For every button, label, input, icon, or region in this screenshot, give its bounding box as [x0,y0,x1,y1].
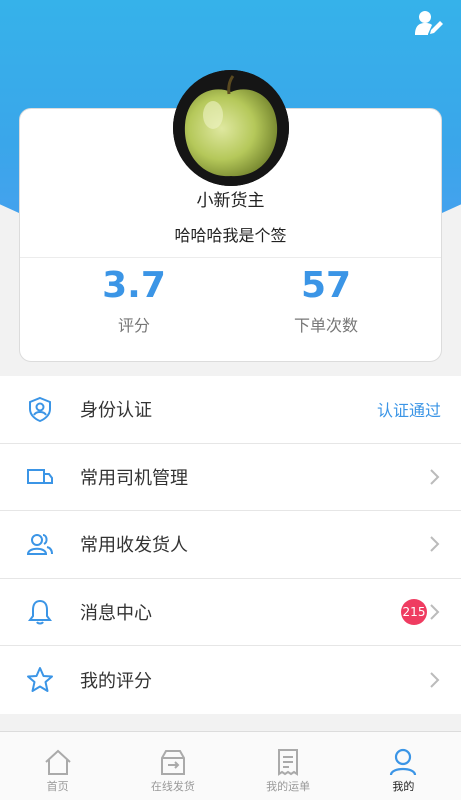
chevron-right-icon [430,604,440,620]
receipt-icon [278,749,299,776]
menu-item-identity[interactable]: 身份认证 认证通过 [0,376,461,444]
signature: 哈哈哈我是个签 [174,226,287,245]
person-icon [390,748,417,776]
chevron-right-icon [430,672,440,688]
stat-rating: 3.7 评分 [34,264,234,336]
bell-icon [28,599,52,625]
tab-label: 在线发货 [150,780,195,793]
star-icon [27,666,53,692]
avatar-image [173,70,289,186]
menu-item-contacts[interactable]: 常用收发货人 [0,511,461,579]
stat-rating-value: 3.7 [102,265,166,306]
chevron-right-icon [430,536,440,552]
username: 小新货主 [196,191,265,211]
tab-ship-online[interactable]: 在线发货 [115,732,230,800]
stat-rating-label: 评分 [117,316,150,335]
menu-item-label: 常用司机管理 [80,467,188,489]
home-icon [44,749,71,775]
card-divider [20,257,441,258]
avatar[interactable] [173,70,289,186]
tab-label: 我的 [392,780,415,793]
menu-item-drivers[interactable]: 常用司机管理 [0,444,461,511]
edit-profile-button[interactable] [413,8,447,38]
chevron-right-icon [430,469,440,485]
menu-item-label: 常用收发货人 [80,535,188,557]
stat-orders-label: 下单次数 [293,316,358,335]
identity-status: 认证通过 [376,401,441,421]
stat-orders-value: 57 [300,265,352,306]
truck-icon [27,468,53,484]
tab-label: 我的运单 [266,780,311,793]
shield-user-icon [29,397,51,423]
user-edit-icon [415,11,443,35]
tab-mine[interactable]: 我的 [346,732,461,800]
menu-item-label: 消息中心 [80,602,152,624]
menu-list: 身份认证 认证通过 常用司机管理 常用收发货人 消息中心 215 我的评分 [0,376,461,714]
cargo-icon [160,750,185,775]
tab-home[interactable]: 首页 [0,732,115,800]
menu-item-messages[interactable]: 消息中心 215 [0,579,461,646]
bottom-tab-bar: 首页 在线发货 我的运单 我的 [0,731,461,800]
unread-badge: 215 [401,598,427,625]
tab-label: 首页 [46,780,69,793]
contacts-icon [26,534,53,556]
menu-item-label: 我的评分 [80,670,152,692]
stat-orders: 57 下单次数 [226,264,426,336]
menu-item-my-rating[interactable]: 我的评分 [0,646,461,714]
tab-my-waybills[interactable]: 我的运单 [231,732,346,800]
menu-item-label: 身份认证 [80,400,152,422]
